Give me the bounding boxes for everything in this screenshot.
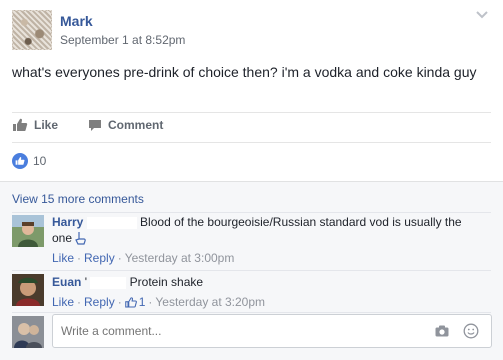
comments-section: View 15 more comments Harry Blood of the…: [0, 181, 503, 360]
post-author[interactable]: Mark: [60, 13, 93, 29]
commenter-avatar[interactable]: [12, 274, 44, 306]
commenter-name-suffix: ': [84, 275, 87, 289]
comment-reply-link[interactable]: Reply: [84, 251, 115, 265]
comment-meta: Like · Reply · Yesterday at 3:00pm: [52, 251, 235, 265]
comment-text: Harry Blood of the bourgeoisie/Russian s…: [52, 214, 482, 246]
comment-body: Protein shake: [129, 275, 204, 289]
comment-meta: Like · Reply · 1 · Yesterday at 3:20pm: [52, 295, 266, 309]
redaction: [90, 276, 127, 289]
divider: [12, 212, 491, 213]
like-reaction-icon: [12, 153, 28, 169]
thumbs-up-icon: [13, 118, 28, 131]
pointing-hand-emoji-icon: [75, 232, 87, 245]
divider: [12, 142, 491, 143]
current-user-avatar: [12, 316, 44, 348]
comment-like-link[interactable]: Like: [52, 251, 74, 265]
comment-time[interactable]: Yesterday at 3:20pm: [155, 295, 265, 309]
commenter-name[interactable]: Euan: [52, 275, 81, 289]
comment-like-link[interactable]: Like: [52, 295, 74, 309]
camera-icon[interactable]: [435, 325, 449, 337]
post-card: Mark September 1 at 8:52pm what's everyo…: [0, 0, 503, 360]
like-label: Like: [34, 118, 59, 132]
view-more-comments-link[interactable]: View 15 more comments: [12, 192, 144, 206]
like-count-icon: [124, 296, 137, 308]
comment-time[interactable]: Yesterday at 3:00pm: [125, 251, 235, 265]
author-avatar[interactable]: [12, 10, 52, 50]
comment-like-count[interactable]: 1: [139, 295, 146, 309]
commenter-avatar[interactable]: [12, 215, 44, 247]
emoji-icon[interactable]: [463, 323, 479, 339]
chevron-down-icon[interactable]: [475, 10, 489, 20]
comment-input[interactable]: [59, 323, 218, 339]
reactions-summary[interactable]: 10: [12, 153, 46, 169]
post-timestamp[interactable]: September 1 at 8:52pm: [60, 33, 185, 47]
comment-reply-link[interactable]: Reply: [84, 295, 115, 309]
comment-text: Euan ' Protein shake: [52, 274, 482, 290]
divider: [12, 270, 491, 271]
post-text: what's everyones pre-drink of choice the…: [12, 64, 477, 80]
comment-button[interactable]: Comment: [88, 118, 163, 132]
reaction-count: 10: [33, 154, 47, 168]
speech-bubble-icon: [89, 119, 101, 131]
divider: [12, 312, 491, 313]
commenter-name[interactable]: Harry: [52, 215, 83, 229]
comment-input-box[interactable]: [52, 314, 492, 348]
divider: [12, 112, 491, 113]
like-button[interactable]: Like: [12, 118, 58, 132]
comment-label: Comment: [108, 118, 164, 132]
redaction: [86, 216, 137, 229]
